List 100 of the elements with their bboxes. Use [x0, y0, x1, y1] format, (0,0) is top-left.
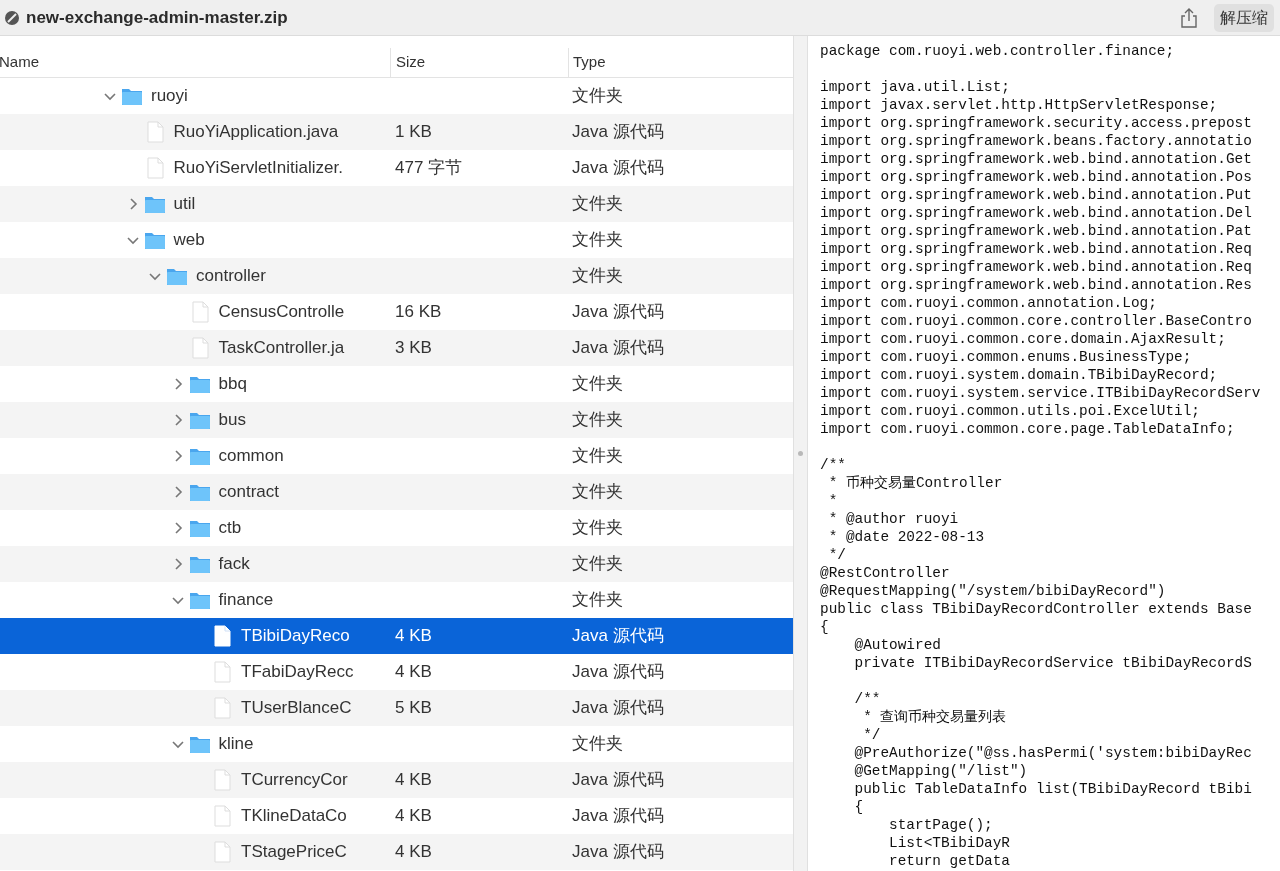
- file-type: Java 源代码: [572, 698, 664, 718]
- code-line: import com.ruoyi.common.core.controller.BaseContro: [820, 312, 1252, 330]
- file-row[interactable]: ruoyi 文件夹: [0, 78, 793, 114]
- file-row[interactable]: web 文件夹: [0, 222, 793, 258]
- code-line: * 查询币种交易量列表: [862, 708, 1007, 726]
- file-icon: [211, 769, 233, 791]
- file-type: Java 源代码: [572, 806, 664, 826]
- file-row[interactable]: contract 文件夹: [0, 474, 793, 510]
- file-size: 16 KB: [395, 302, 442, 322]
- code-line: import com.ruoyi.common.core.page.TableDataInfo;: [820, 420, 1235, 438]
- file-icon: [211, 841, 233, 863]
- file-name: TBibiDayReco: [241, 625, 350, 648]
- file-name: RuoYiApplication.java: [173, 121, 339, 144]
- file-row[interactable]: common 文件夹: [0, 438, 793, 474]
- window-title: new-exchange-admin-master.zip: [26, 6, 288, 29]
- file-name: web: [173, 229, 205, 252]
- code-line: import org.springframework.web.bind.annotation.Res: [820, 276, 1252, 294]
- file-type: 文件夹: [572, 590, 623, 610]
- code-line: import org.springframework.web.bind.annotation.Req: [820, 240, 1252, 258]
- code-line: */: [862, 726, 881, 744]
- file-name: bbq: [218, 373, 247, 396]
- file-row[interactable]: TFabiDayRecc 4 KB Java 源代码: [0, 654, 793, 690]
- file-row[interactable]: bus 文件夹: [0, 402, 793, 438]
- file-size: 1 KB: [395, 122, 432, 142]
- file-icon: [211, 697, 233, 719]
- file-name: ctb: [218, 517, 242, 540]
- code-line: import com.ruoyi.common.utils.poi.ExcelUtil;: [820, 402, 1200, 420]
- file-type: 文件夹: [572, 482, 623, 502]
- code-line: {: [820, 618, 829, 636]
- file-name: TCurrencyCor: [241, 769, 348, 792]
- code-line: import com.ruoyi.system.domain.TBibiDayRecord;: [820, 366, 1218, 384]
- extract-button[interactable]: 解压缩: [1214, 3, 1274, 32]
- file-type: 文件夹: [572, 446, 623, 466]
- file-type: 文件夹: [572, 518, 623, 538]
- file-name: TaskController.ja: [218, 337, 345, 360]
- file-size: 3 KB: [395, 338, 432, 358]
- file-row[interactable]: TaskController.ja 3 KB Java 源代码: [0, 330, 793, 366]
- code-line: /**: [853, 690, 881, 708]
- share-icon[interactable]: [1180, 6, 1198, 29]
- file-row[interactable]: RuoYiApplication.java 1 KB Java 源代码: [0, 114, 793, 150]
- file-type: Java 源代码: [572, 662, 664, 682]
- code-line: import org.springframework.web.bind.annotation.Pat: [820, 222, 1252, 240]
- file-name: contract: [218, 481, 279, 504]
- file-icon: [211, 661, 233, 683]
- file-size: 4 KB: [395, 770, 432, 790]
- code-line: private ITBibiDayRecordService tBibiDayRecordS: [853, 654, 1252, 672]
- code-line: import com.ruoyi.common.core.domain.AjaxResult;: [820, 330, 1226, 348]
- file-type: Java 源代码: [572, 122, 664, 142]
- file-size: 477 字节: [395, 158, 463, 178]
- file-row[interactable]: CensusControlle 16 KB Java 源代码: [0, 294, 793, 330]
- code-line: public TableDataInfo list(TBibiDayRecord tBibi: [853, 780, 1252, 798]
- file-name: CensusControlle: [218, 301, 345, 324]
- column-header[interactable]: Size: [396, 51, 426, 74]
- file-row[interactable]: RuoYiServletInitializer. 477 字节 Java 源代码: [0, 150, 793, 186]
- file-type: 文件夹: [572, 734, 623, 754]
- code-line: import org.springframework.web.bind.annotation.Put: [820, 186, 1252, 204]
- file-type: Java 源代码: [572, 626, 664, 646]
- code-line: import com.ruoyi.system.service.ITBibiDayRecordServ: [820, 384, 1261, 402]
- file-row[interactable]: finance 文件夹: [0, 582, 793, 618]
- file-row[interactable]: controller 文件夹: [0, 258, 793, 294]
- code-line: import org.springframework.security.access.prepost: [820, 114, 1252, 132]
- file-row[interactable]: kline 文件夹: [0, 726, 793, 762]
- code-line: import org.springframework.web.bind.annotation.Req: [820, 258, 1252, 276]
- file-size: 4 KB: [395, 626, 432, 646]
- file-name: TUserBlanceC: [241, 697, 352, 720]
- file-row[interactable]: TKlineDataCo 4 KB Java 源代码: [0, 798, 793, 834]
- code-line: public class TBibiDayRecordController extends Base: [820, 600, 1252, 618]
- file-row[interactable]: util 文件夹: [0, 186, 793, 222]
- file-row[interactable]: ctb 文件夹: [0, 510, 793, 546]
- file-size: 4 KB: [395, 842, 432, 862]
- file-type: 文件夹: [572, 230, 623, 250]
- file-name: TStagePriceC: [241, 841, 347, 864]
- code-line: {: [853, 798, 864, 816]
- code-line: @Autowired: [853, 636, 941, 654]
- file-size: 4 KB: [395, 806, 432, 826]
- file-size: 4 KB: [395, 662, 432, 682]
- file-name: util: [173, 193, 196, 216]
- file-type: 文件夹: [572, 266, 623, 286]
- file-name: TKlineDataCo: [241, 805, 347, 828]
- file-row[interactable]: TBibiDayReco 4 KB Java 源代码: [0, 618, 793, 654]
- file-type: Java 源代码: [572, 158, 664, 178]
- code-line: @RestController: [820, 564, 950, 582]
- file-type: 文件夹: [572, 86, 623, 106]
- file-row[interactable]: fack 文件夹: [0, 546, 793, 582]
- file-row[interactable]: TCurrencyCor 4 KB Java 源代码: [0, 762, 793, 798]
- file-type: 文件夹: [572, 554, 623, 574]
- code-line: * @date 2022-08-13: [827, 528, 985, 546]
- column-header[interactable]: Name: [0, 51, 39, 74]
- code-line: * @author ruoyi: [827, 510, 959, 528]
- code-line: @RequestMapping("/system/bibiDayRecord"): [820, 582, 1166, 600]
- file-row[interactable]: TUserBlanceC 5 KB Java 源代码: [0, 690, 793, 726]
- code-line: import org.springframework.beans.factory.annotatio: [820, 132, 1252, 150]
- column-header[interactable]: Type: [573, 51, 606, 74]
- file-row[interactable]: TStagePriceC 4 KB Java 源代码: [0, 834, 793, 870]
- file-type: 文件夹: [572, 194, 623, 214]
- no-entry-icon: [4, 9, 20, 26]
- code-line: import org.springframework.web.bind.annotation.Get: [820, 150, 1252, 168]
- file-size: 5 KB: [395, 698, 432, 718]
- file-name: common: [218, 445, 284, 468]
- file-row[interactable]: bbq 文件夹: [0, 366, 793, 402]
